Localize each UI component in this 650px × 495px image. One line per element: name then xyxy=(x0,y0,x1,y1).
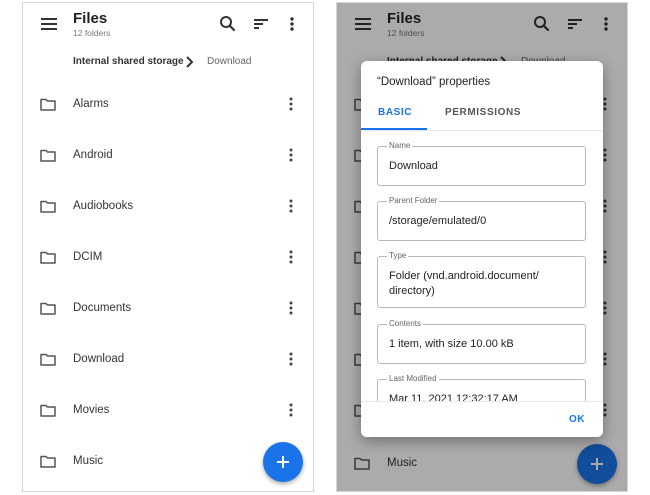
folder-name: Documents xyxy=(73,302,132,314)
more-vert-icon[interactable] xyxy=(285,300,297,321)
properties-dialog: “Download” properties BASIC PERMISSIONS … xyxy=(361,61,603,437)
last-modified-field[interactable]: Last Modified Mar 11, 2021 12:32:17 AM xyxy=(377,374,586,401)
field-value: 1 item, with size 10.00 kB xyxy=(389,338,514,350)
folder-icon xyxy=(40,149,56,167)
more-vert-icon[interactable] xyxy=(285,402,297,423)
folder-row-audiobooks[interactable]: Audiobooks xyxy=(23,186,313,226)
folder-row-download[interactable]: Download xyxy=(23,339,313,379)
folder-icon xyxy=(40,98,56,116)
files-screen-list: Files 12 folders Internal shared storage… xyxy=(22,2,314,492)
dialog-actions: OK xyxy=(361,401,603,437)
parent-folder-field[interactable]: Parent Folder /storage/emulated/0 xyxy=(377,196,586,241)
folder-name: Android xyxy=(73,149,113,161)
hamburger-icon[interactable] xyxy=(41,18,57,30)
search-icon[interactable] xyxy=(218,14,238,34)
folder-row-movies[interactable]: Movies xyxy=(23,390,313,430)
field-value: Download xyxy=(389,160,438,172)
breadcrumb-current[interactable]: Internal shared storage xyxy=(73,56,184,67)
folder-icon xyxy=(40,353,56,371)
field-label: Name xyxy=(387,141,413,150)
field-value: Folder (vnd.android.document/ directory) xyxy=(389,270,539,297)
folder-name: Music xyxy=(73,455,104,467)
folder-count: 12 folders xyxy=(73,28,111,38)
breadcrumb-next[interactable]: Download xyxy=(207,56,251,67)
add-fab-button[interactable] xyxy=(263,442,303,482)
field-value: /storage/emulated/0 xyxy=(389,215,487,227)
more-vert-icon[interactable] xyxy=(285,351,297,372)
field-label: Contents xyxy=(387,319,424,328)
type-field[interactable]: Type Folder (vnd.android.document/ direc… xyxy=(377,251,586,308)
folder-name: Movies xyxy=(73,404,110,416)
files-screen-properties: Files 12 folders Internal shared storage… xyxy=(336,2,628,492)
tab-permissions[interactable]: PERMISSIONS xyxy=(445,107,521,118)
field-label: Last Modified xyxy=(387,374,439,383)
sort-icon[interactable] xyxy=(251,14,271,34)
folder-icon xyxy=(40,455,56,473)
folder-row-dcim[interactable]: DCIM xyxy=(23,237,313,277)
folder-icon xyxy=(40,404,56,422)
folder-icon xyxy=(40,200,56,218)
more-vert-icon[interactable] xyxy=(285,96,297,117)
plus-icon xyxy=(277,456,289,468)
chevron-right-icon xyxy=(183,54,197,73)
folder-name: DCIM xyxy=(73,251,103,263)
tab-basic[interactable]: BASIC xyxy=(378,107,412,118)
folder-icon xyxy=(40,302,56,320)
folder-name: Alarms xyxy=(73,98,109,110)
top-app-bar: Files 12 folders xyxy=(23,3,313,47)
field-label: Parent Folder xyxy=(387,196,440,205)
name-field[interactable]: Name Download xyxy=(377,141,586,186)
breadcrumb: Internal shared storage Download xyxy=(73,54,303,70)
more-vert-icon[interactable] xyxy=(285,198,297,219)
folder-icon xyxy=(40,251,56,269)
folder-row-alarms[interactable]: Alarms xyxy=(23,84,313,124)
contents-field[interactable]: Contents 1 item, with size 10.00 kB xyxy=(377,319,586,364)
more-vert-icon[interactable] xyxy=(282,14,302,34)
more-vert-icon[interactable] xyxy=(285,249,297,270)
folder-name: Audiobooks xyxy=(73,200,134,212)
ok-button[interactable]: OK xyxy=(569,414,585,425)
folder-name: Download xyxy=(73,353,125,365)
folder-row-documents[interactable]: Documents xyxy=(23,288,313,328)
properties-fields[interactable]: Name Download Parent Folder /storage/emu… xyxy=(361,131,603,401)
app-title: Files xyxy=(73,10,108,27)
field-label: Type xyxy=(387,251,409,260)
field-value: Mar 11, 2021 12:32:17 AM xyxy=(389,393,518,401)
dialog-title: “Download” properties xyxy=(377,76,491,88)
folder-row-android[interactable]: Android xyxy=(23,135,313,175)
more-vert-icon[interactable] xyxy=(285,147,297,168)
